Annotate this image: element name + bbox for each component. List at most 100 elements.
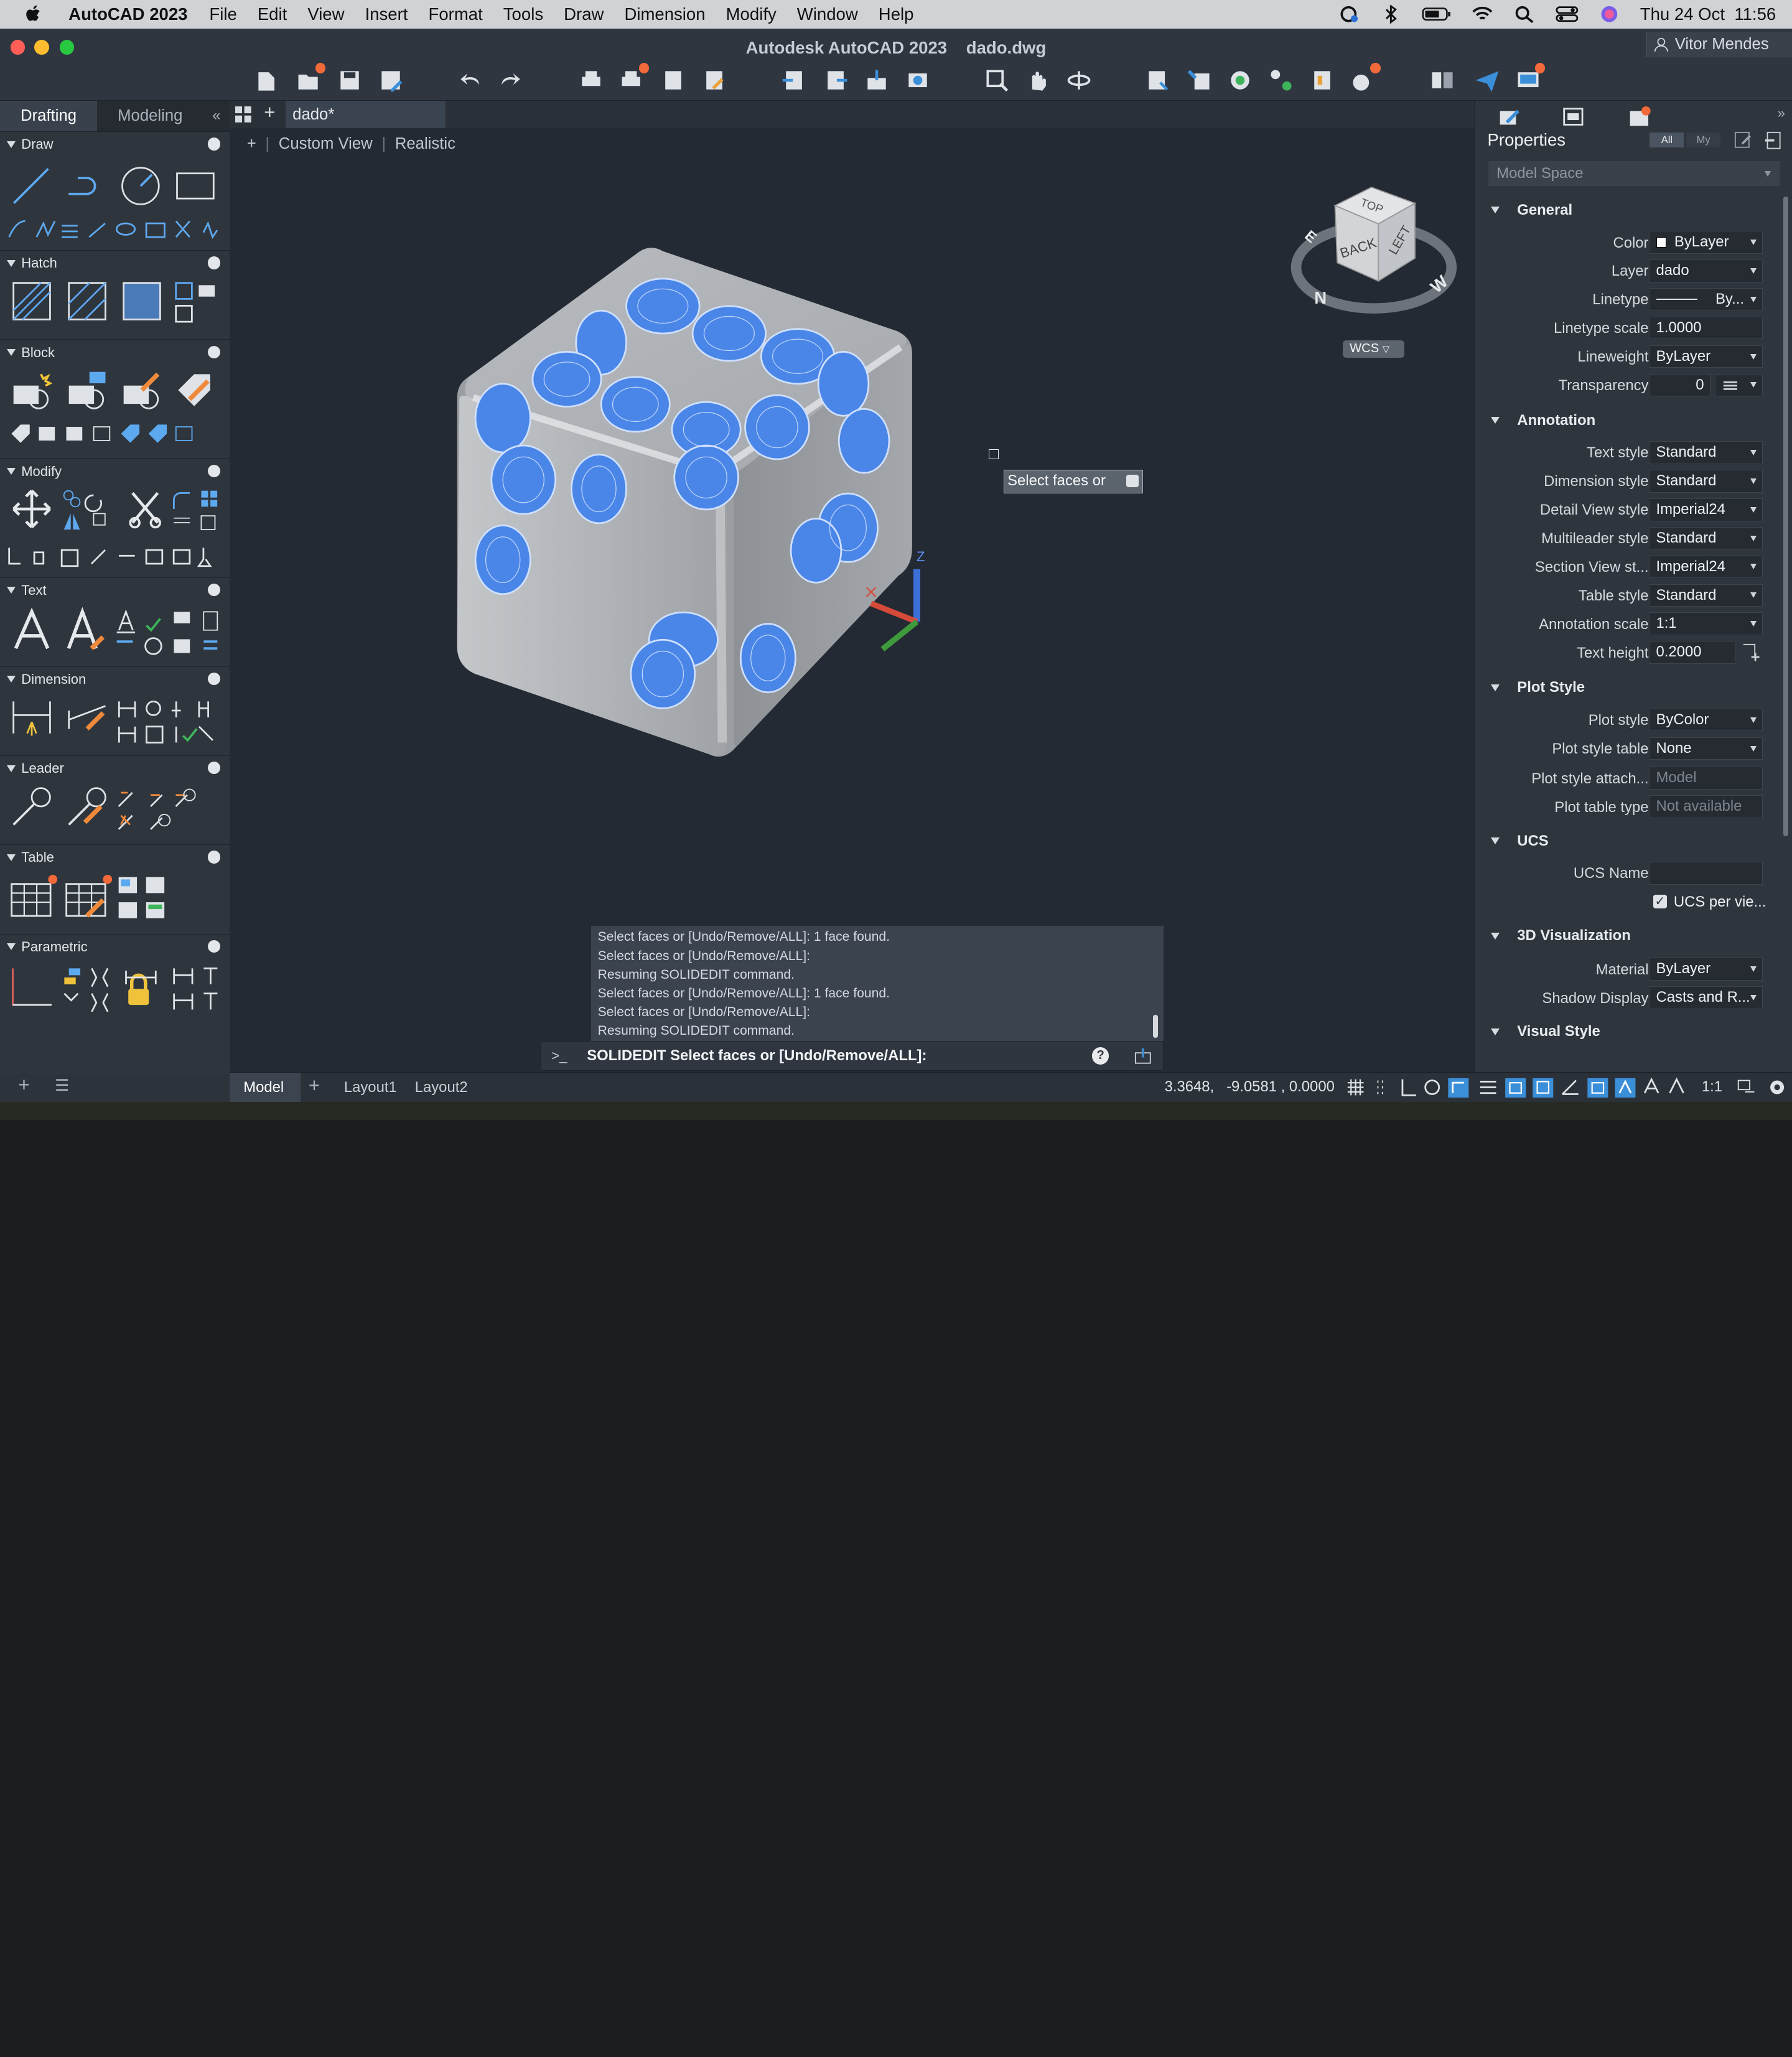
section-title[interactable]: Parametric [21, 939, 88, 955]
shadow-display-dropdown[interactable]: Casts and R... [1648, 986, 1763, 1009]
general-section-header[interactable]: General [1475, 198, 1792, 223]
view-control-button[interactable]: Custom View [279, 135, 373, 153]
table-tool-icon[interactable] [9, 875, 57, 920]
expand-panel-icon[interactable]: » [1778, 105, 1785, 121]
batch-plot-icon[interactable] [618, 63, 650, 94]
gear-icon[interactable] [208, 851, 221, 864]
save-icon[interactable] [336, 67, 363, 94]
boundary-tools-icon[interactable] [174, 281, 219, 326]
gear-icon[interactable] [208, 464, 221, 477]
plot-style-section-header[interactable]: Plot Style [1475, 675, 1792, 700]
pan-icon[interactable] [1024, 67, 1052, 94]
geometric-constraint-icon[interactable] [9, 964, 55, 1009]
parametric-tools-icon[interactable] [60, 964, 222, 1012]
menu-view[interactable]: View [297, 4, 355, 24]
line-tool-icon[interactable] [9, 164, 53, 208]
table-style-dropdown[interactable]: Standard [1648, 584, 1763, 607]
user-account-menu[interactable]: Vitor Mendes [1645, 32, 1792, 57]
visual-style-button[interactable]: Realistic [395, 135, 455, 153]
detail-view-style-dropdown[interactable]: Imperial24 [1648, 498, 1763, 521]
markup-icon[interactable] [1350, 63, 1381, 94]
viewport-menu-button[interactable]: + [247, 135, 256, 153]
dimension-types-icon[interactable] [114, 697, 222, 747]
plot-icon[interactable] [577, 67, 605, 94]
save-as-icon[interactable] [377, 67, 404, 94]
transparency-field[interactable]: 0 [1648, 373, 1710, 397]
quick-select-icon[interactable] [1734, 131, 1752, 149]
design-center-icon[interactable] [1226, 67, 1254, 94]
palette-menu-icon[interactable]: ☰ [55, 1076, 69, 1095]
menu-modify[interactable]: Modify [716, 4, 786, 24]
text-height-field[interactable]: 0.2000 [1648, 641, 1736, 665]
menu-file[interactable]: File [199, 4, 247, 24]
gear-icon[interactable] [208, 672, 221, 686]
gear-icon[interactable] [208, 138, 221, 151]
presentation-icon[interactable] [1514, 63, 1546, 94]
siri-icon[interactable] [1598, 5, 1621, 23]
plot-style-table-dropdown[interactable]: None [1648, 737, 1763, 760]
export-icon[interactable] [822, 67, 849, 94]
annotation-section-header[interactable]: Annotation [1475, 408, 1792, 433]
layers-tab-icon[interactable] [1562, 106, 1585, 127]
command-input[interactable]: SOLIDEDIT Select faces or [Undo/Remove/A… [587, 1047, 1092, 1065]
dimension-style-dropdown[interactable]: Standard [1648, 469, 1763, 493]
rectangle-tool-icon[interactable] [174, 164, 217, 208]
tab-model[interactable]: Model [230, 1072, 301, 1103]
creative-cloud-icon[interactable] [1337, 5, 1360, 23]
section-title[interactable]: Table [21, 849, 54, 865]
web-mobile-icon[interactable] [904, 67, 931, 94]
menu-edit[interactable]: Edit [247, 4, 297, 24]
create-block-icon[interactable] [67, 370, 108, 411]
move-tool-icon[interactable] [11, 488, 52, 529]
transparency-options-dropdown[interactable] [1715, 373, 1763, 397]
open-icon[interactable] [295, 63, 326, 94]
menu-insert[interactable]: Insert [355, 4, 418, 24]
new-tab-icon[interactable]: + [264, 101, 275, 124]
undo-icon[interactable] [456, 67, 483, 94]
pick-point-icon[interactable] [1742, 643, 1760, 661]
ucs-section-header[interactable]: UCS [1475, 829, 1792, 854]
zoom-window-icon[interactable] [983, 67, 1010, 94]
compass-north[interactable]: N [1314, 288, 1327, 308]
menu-window[interactable]: Window [786, 4, 868, 24]
gear-icon[interactable] [208, 940, 221, 953]
compare-icon[interactable] [1429, 67, 1456, 94]
add-layout-icon[interactable]: + [309, 1075, 320, 1097]
edit-block-icon[interactable] [121, 370, 162, 411]
section-view-style-dropdown[interactable]: Imperial24 [1648, 555, 1763, 579]
multileader-style-dropdown[interactable]: Standard [1648, 526, 1763, 550]
linetype-scale-field[interactable]: 1.0000 [1648, 316, 1763, 340]
apple-icon[interactable] [25, 4, 43, 24]
annotation-scale-status[interactable]: 1:1 [1702, 1078, 1722, 1096]
import-icon[interactable] [780, 67, 808, 94]
polyline-tool-icon[interactable] [64, 164, 108, 208]
drafting-aids-icons[interactable] [1345, 1077, 1757, 1098]
menu-help[interactable]: Help [868, 4, 924, 24]
fillet-array-icon[interactable] [169, 488, 222, 534]
share-icon[interactable] [863, 67, 890, 94]
gear-icon[interactable] [208, 762, 221, 775]
orbit-icon[interactable] [1065, 67, 1093, 94]
selection-dropdown[interactable]: Model Space [1488, 161, 1780, 187]
layer-dropdown[interactable]: dado [1648, 259, 1763, 282]
dice-3d-model[interactable] [434, 228, 937, 777]
app-menu[interactable]: AutoCAD 2023 [55, 4, 199, 24]
send-icon[interactable] [1473, 67, 1501, 94]
trim-tool-icon[interactable] [126, 488, 167, 529]
add-palette-icon[interactable]: + [18, 1074, 29, 1096]
multiline-text-icon[interactable] [11, 607, 52, 653]
dynamic-input-tooltip[interactable]: Select faces or [1003, 469, 1143, 494]
sheet-set-icon[interactable] [1309, 67, 1336, 94]
section-title[interactable]: Text [21, 582, 46, 599]
new-drawing-icon[interactable] [254, 67, 281, 94]
material-dropdown[interactable]: ByLayer [1648, 958, 1763, 981]
blocks-tab-icon[interactable] [1628, 106, 1651, 127]
linetype-dropdown[interactable]: By... [1648, 287, 1763, 311]
section-title[interactable]: Dimension [21, 671, 86, 688]
control-center-icon[interactable] [1556, 5, 1579, 23]
redo-icon[interactable] [497, 67, 525, 94]
table-tools-icon[interactable] [116, 875, 169, 923]
ucs-per-view-checkbox[interactable]: ✓ [1653, 895, 1667, 909]
filter-my-button[interactable]: My [1686, 133, 1721, 147]
visual-style-section-header[interactable]: Visual Style [1475, 1019, 1792, 1044]
